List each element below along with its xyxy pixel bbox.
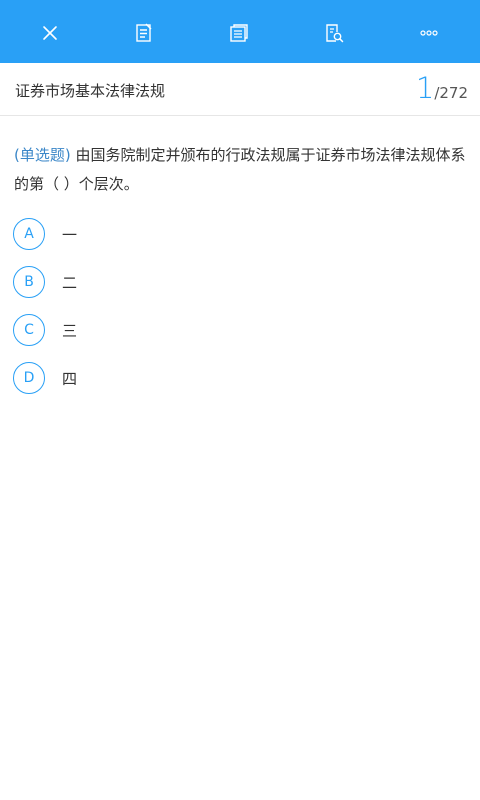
option-text: 一 [62,225,78,244]
option-c[interactable]: C 三 [13,313,453,347]
option-list: A 一 B 二 C 三 D 四 [13,217,453,409]
option-letter-badge: D [13,362,45,394]
current-question-number: 1 [415,71,435,105]
subject-bar: 证券市场基本法律法规 1/272 [0,63,480,116]
question-stem: (单选题) 由国务院制定并颁布的行政法规属于证券市场法律法规体系的第（ ）个层次… [14,141,470,199]
notes-icon [136,23,152,42]
search-document-icon [326,24,344,43]
question-counter: 1/272 [416,71,468,105]
card-stack-button[interactable] [225,19,253,47]
option-letter-badge: C [13,314,45,346]
top-toolbar [0,0,480,63]
question-type-label: (单选题) [14,146,71,164]
option-letter-badge: B [13,266,45,298]
option-d[interactable]: D 四 [13,361,453,395]
more-icon [420,30,438,36]
app-screen: 证券市场基本法律法规 1/272 (单选题) 由国务院制定并颁布的行政法规属于证… [0,0,480,800]
close-icon [43,26,57,40]
option-letter-badge: A [13,218,45,250]
card-stack-icon [230,24,248,42]
more-button[interactable] [415,19,443,47]
option-text: 二 [62,273,78,292]
search-document-button[interactable] [320,19,348,47]
close-button[interactable] [36,19,64,47]
question-text: 由国务院制定并颁布的行政法规属于证券市场法律法规体系的第（ ）个层次。 [14,146,466,193]
option-a[interactable]: A 一 [13,217,453,251]
option-text: 四 [62,369,78,388]
total-questions: /272 [434,84,468,102]
subject-title: 证券市场基本法律法规 [15,82,166,100]
option-b[interactable]: B 二 [13,265,453,299]
option-text: 三 [62,321,78,340]
notes-button[interactable] [130,19,158,47]
